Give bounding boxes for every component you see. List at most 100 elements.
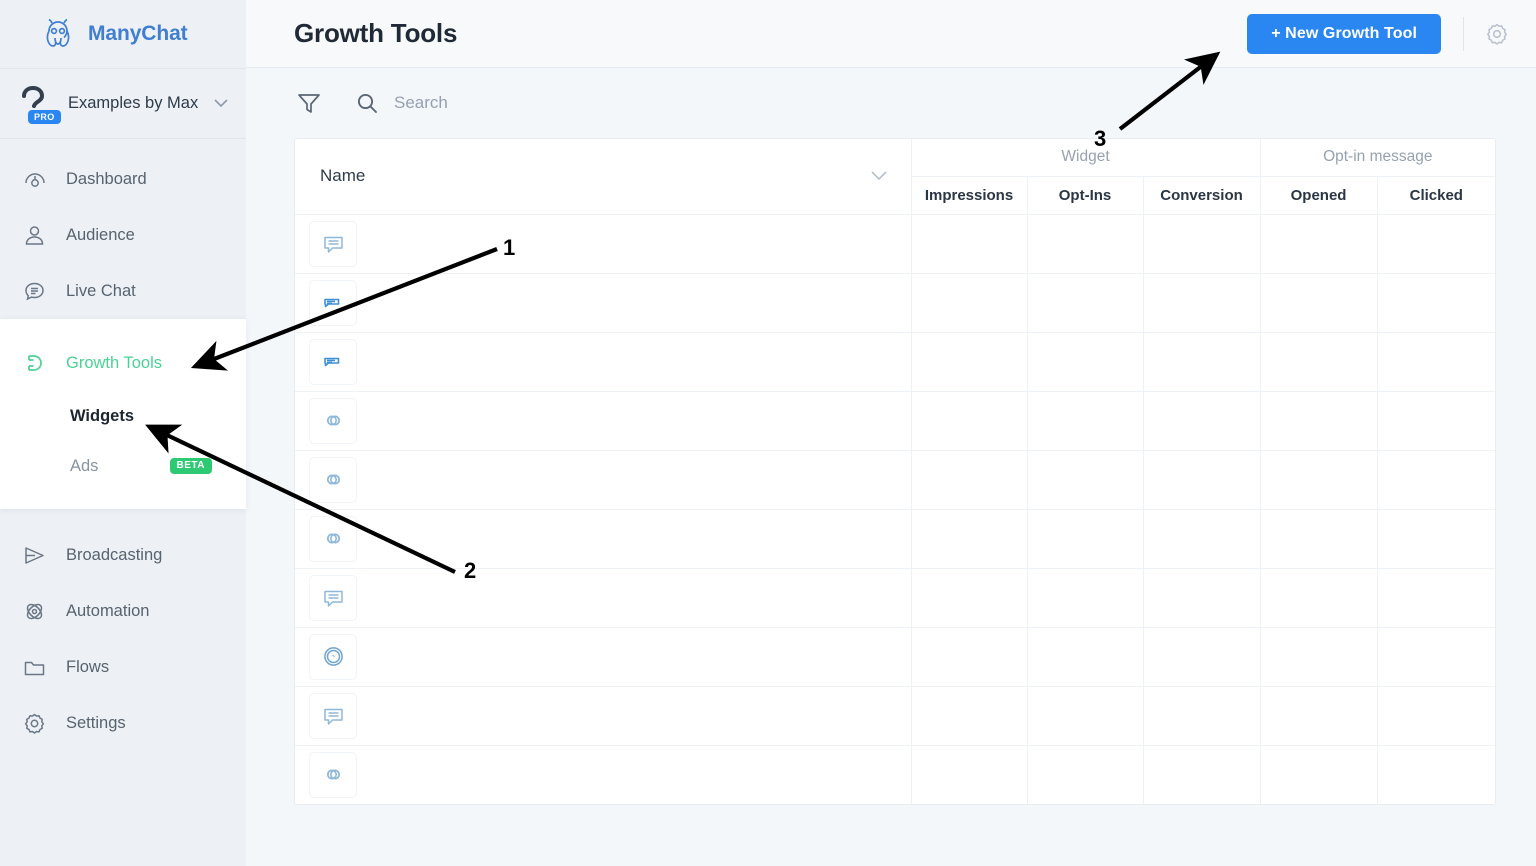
- sidebar-item-label: Audience: [66, 225, 135, 244]
- avatar: PRO: [12, 83, 61, 125]
- column-header-impressions[interactable]: Impressions: [910, 175, 1028, 215]
- dashboard-gauge-icon: [20, 165, 48, 193]
- cell-name[interactable]: [295, 744, 912, 804]
- column-header-opt-ins[interactable]: Opt-Ins: [1026, 175, 1144, 215]
- cell-opt-ins: [1026, 508, 1144, 569]
- sidebar-item-label: Settings: [66, 713, 126, 732]
- column-header-name[interactable]: Name: [295, 139, 912, 215]
- cell-impressions: [910, 213, 1028, 274]
- cell-impressions: [910, 744, 1028, 804]
- chat-bubble-icon: [20, 277, 48, 305]
- chevron-down-icon[interactable]: [870, 166, 887, 186]
- atom-icon: [20, 597, 48, 625]
- sidebar-subitem-widgets[interactable]: Widgets: [0, 391, 246, 441]
- account-switcher[interactable]: PRO Examples by Max: [0, 68, 246, 139]
- new-growth-tool-button[interactable]: + New Growth Tool: [1247, 13, 1442, 54]
- cell-opened: [1259, 449, 1378, 510]
- sidebar-item-label: Live Chat: [66, 281, 136, 300]
- brand-name: ManyChat: [88, 22, 188, 45]
- cell-opt-ins: [1026, 567, 1144, 628]
- cell-conversion: [1142, 331, 1261, 392]
- cell-conversion: [1142, 685, 1261, 746]
- cell-conversion: [1142, 449, 1261, 510]
- cell-clicked: [1376, 508, 1496, 569]
- sidebar-primary-nav: Dashboard Audience Live Chat: [0, 139, 246, 319]
- cell-clicked: [1376, 331, 1496, 392]
- cell-clicked: [1376, 744, 1496, 804]
- cell-opt-ins: [1026, 744, 1144, 804]
- link-icon: [309, 515, 357, 562]
- sidebar-item-broadcasting[interactable]: Broadcasting: [0, 527, 246, 583]
- sidebar-item-label: Flows: [66, 657, 110, 676]
- cell-impressions: [910, 567, 1028, 628]
- page-title: Growth Tools: [294, 18, 458, 48]
- chat-bubble-icon: [309, 692, 357, 739]
- cell-name[interactable]: [295, 626, 912, 687]
- main-content: Growth Tools + New Growth Tool Search Na…: [246, 0, 1536, 866]
- gear-icon: [20, 709, 48, 737]
- cell-name[interactable]: [295, 685, 912, 746]
- table-row[interactable]: [295, 331, 1496, 392]
- cell-clicked: [1376, 567, 1496, 628]
- sidebar-subitem-ads[interactable]: Ads BETA: [0, 441, 246, 491]
- cell-name[interactable]: [295, 272, 912, 333]
- bar-widget-icon: [309, 279, 357, 326]
- cell-impressions: [910, 331, 1028, 392]
- manychat-growth-tools-page: ManyChat PRO Examples by Max Dashboard A…: [0, 0, 1536, 866]
- brand-header[interactable]: ManyChat: [0, 0, 246, 68]
- table-row[interactable]: [295, 449, 1496, 510]
- sidebar-item-audience[interactable]: Audience: [0, 207, 246, 263]
- pro-badge: PRO: [28, 109, 61, 124]
- cell-clicked: [1376, 626, 1496, 687]
- account-name: Examples by Max: [68, 94, 199, 112]
- cell-name[interactable]: [295, 390, 912, 451]
- cell-opt-ins: [1026, 685, 1144, 746]
- search-input[interactable]: Search: [352, 88, 448, 118]
- cell-opt-ins: [1026, 331, 1144, 392]
- cell-opt-ins: [1026, 213, 1144, 274]
- sidebar-item-dashboard[interactable]: Dashboard: [0, 151, 246, 207]
- column-header-name-label: Name: [320, 166, 366, 186]
- chevron-down-icon[interactable]: [214, 95, 228, 113]
- sidebar-item-growth-tools[interactable]: Growth Tools: [0, 335, 246, 391]
- cell-conversion: [1142, 508, 1261, 569]
- table-row[interactable]: [295, 744, 1496, 804]
- cell-opt-ins: [1026, 626, 1144, 687]
- table-row[interactable]: [295, 626, 1496, 687]
- table-row[interactable]: [295, 390, 1496, 451]
- cell-name[interactable]: [295, 331, 912, 392]
- link-icon: [309, 456, 357, 503]
- cell-conversion: [1142, 390, 1261, 451]
- table-row[interactable]: [295, 272, 1496, 333]
- header-divider: [1463, 16, 1465, 51]
- sidebar-item-automation[interactable]: Automation: [0, 583, 246, 639]
- cell-impressions: [910, 449, 1028, 510]
- sidebar-item-label: Automation: [66, 601, 150, 620]
- cell-opt-ins: [1026, 272, 1144, 333]
- table-row[interactable]: [295, 213, 1496, 274]
- column-header-conversion[interactable]: Conversion: [1142, 175, 1261, 215]
- column-header-opened[interactable]: Opened: [1259, 175, 1378, 215]
- settings-gear-icon[interactable]: [1482, 19, 1512, 49]
- cell-impressions: [910, 390, 1028, 451]
- table-row[interactable]: [295, 685, 1496, 746]
- cell-name[interactable]: [295, 213, 912, 274]
- sidebar-item-live-chat[interactable]: Live Chat: [0, 263, 246, 319]
- cell-clicked: [1376, 390, 1496, 451]
- cell-clicked: [1376, 213, 1496, 274]
- cell-name[interactable]: [295, 567, 912, 628]
- sidebar-item-flows[interactable]: Flows: [0, 639, 246, 695]
- cell-name[interactable]: [295, 508, 912, 569]
- sidebar-item-settings[interactable]: Settings: [0, 695, 246, 751]
- cell-opt-ins: [1026, 390, 1144, 451]
- sidebar-growth-tools-section: Growth Tools Widgets Ads BETA: [0, 319, 246, 509]
- filter-funnel-icon[interactable]: [294, 88, 324, 118]
- manychat-octopus-logo-icon: [40, 17, 76, 51]
- sidebar-secondary-nav: Broadcasting Automation Flows Settings: [0, 509, 246, 751]
- cell-name[interactable]: [295, 449, 912, 510]
- column-header-clicked[interactable]: Clicked: [1376, 175, 1496, 215]
- header-actions: + New Growth Tool: [1247, 13, 1512, 54]
- sidebar-item-label: Growth Tools: [66, 353, 162, 372]
- sidebar-subitem-label: Widgets: [70, 406, 135, 425]
- cell-clicked: [1376, 685, 1496, 746]
